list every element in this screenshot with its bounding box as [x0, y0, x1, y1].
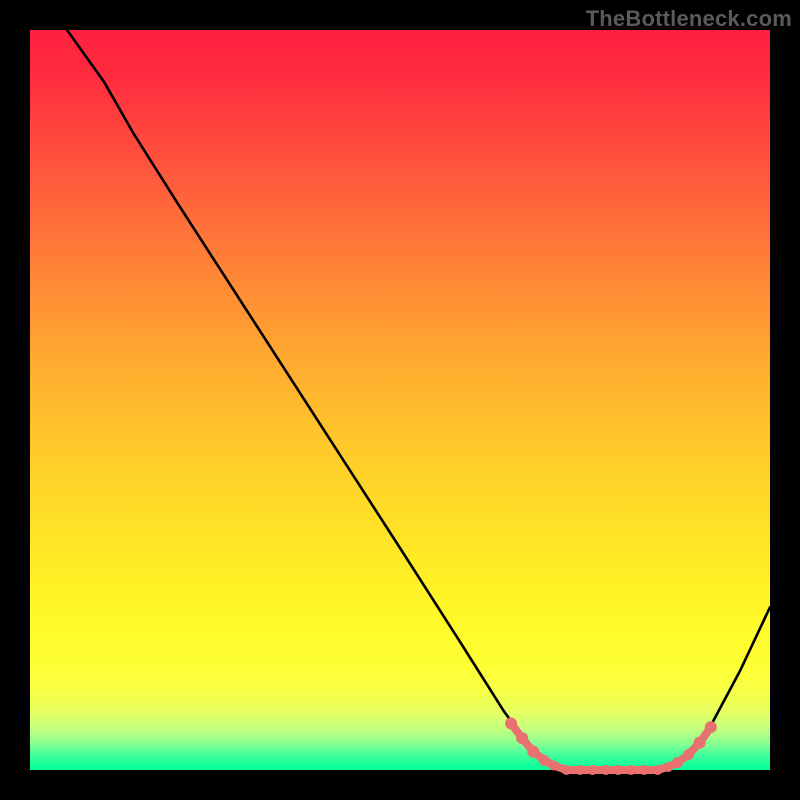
marker-dot: [653, 765, 663, 775]
watermark-text: TheBottleneck.com: [586, 6, 792, 32]
marker-dot: [601, 765, 611, 775]
chart-curve-svg: [30, 30, 770, 770]
marker-dot: [705, 721, 717, 733]
marker-dot: [587, 765, 597, 775]
marker-dot: [626, 765, 636, 775]
data-markers: [505, 717, 717, 775]
marker-dot: [683, 749, 694, 760]
marker-dot: [575, 765, 585, 775]
marker-dot: [639, 765, 649, 775]
marker-dot: [613, 765, 623, 775]
marker-dot: [516, 732, 528, 744]
bottleneck-curve: [67, 30, 770, 770]
marker-dot: [694, 737, 706, 749]
chart-plot-area: [30, 30, 770, 770]
marker-dot: [549, 761, 559, 771]
marker-dot: [663, 762, 673, 772]
marker-dot: [505, 717, 517, 729]
marker-dot: [562, 765, 572, 775]
marker-dot: [527, 746, 539, 758]
marker-dot: [539, 755, 550, 766]
marker-dot: [672, 757, 683, 768]
